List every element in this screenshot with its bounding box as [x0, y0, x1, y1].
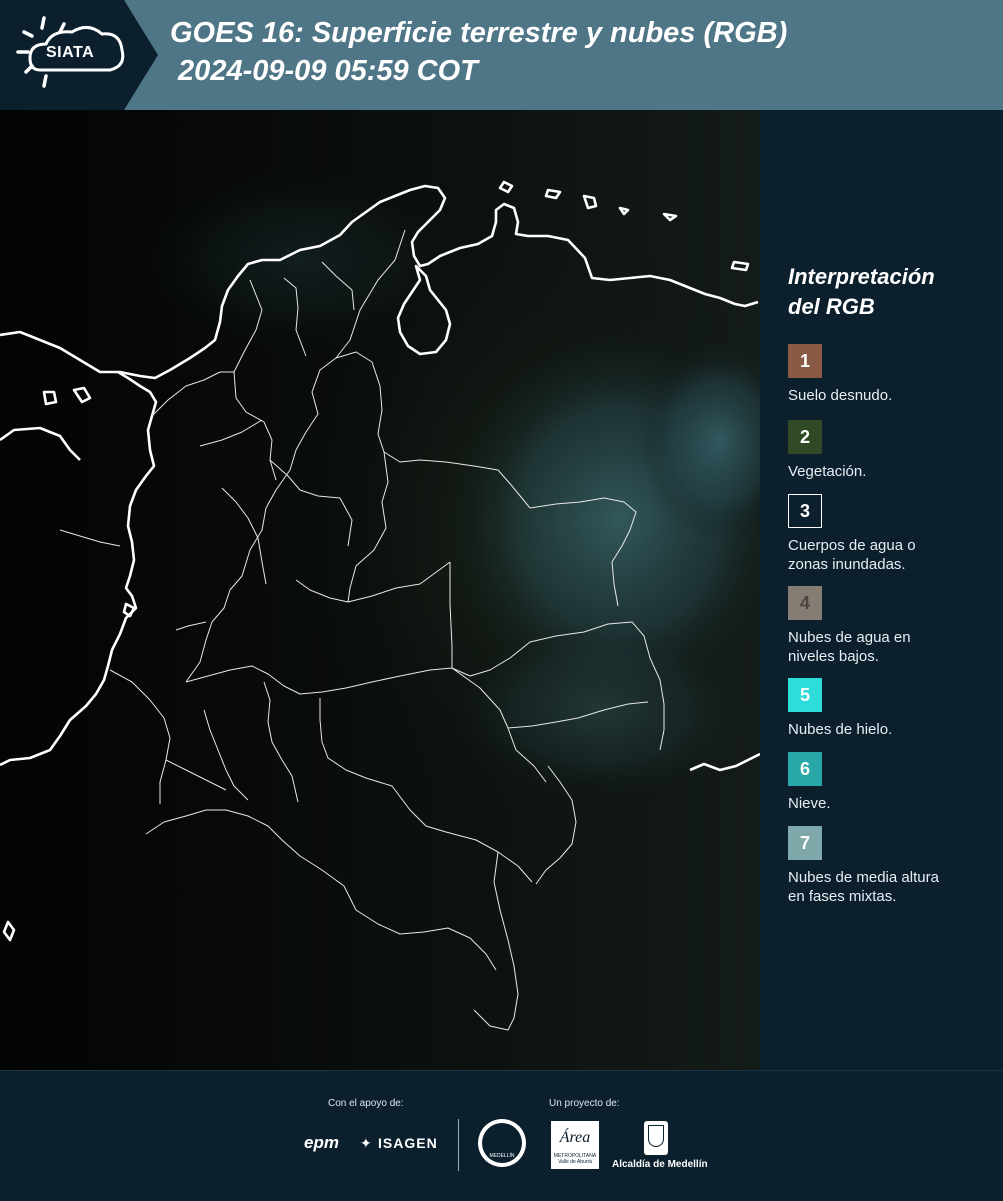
- legend-label-6: Nieve.: [788, 795, 831, 812]
- siata-logo: SIATA: [0, 0, 158, 110]
- legend-swatch-4: 4: [788, 586, 822, 620]
- epm-logo: epm: [304, 1133, 339, 1152]
- legend-item-ice-clouds: 5 Nubes de hielo.: [788, 678, 988, 739]
- legend-swatch-2: 2: [788, 420, 822, 454]
- legend-label-5: Nubes de hielo.: [788, 721, 893, 738]
- medellin-seal-logo: MEDELLÍN: [478, 1119, 526, 1167]
- area-logo-text: Área: [559, 1129, 591, 1146]
- legend-label-3: Cuerpos de agua o zonas inundadas.: [788, 536, 988, 574]
- legend-swatch-3: 3: [788, 494, 822, 528]
- legend-label-7-line-1: Nubes de media altura: [788, 869, 939, 886]
- header-bar: SIATA GOES 16: Superficie terrestre y nu…: [0, 0, 1003, 110]
- isagen-logo-icon: ✦: [360, 1135, 372, 1151]
- alcaldia-seal-icon: [644, 1121, 668, 1155]
- legend-label-7: Nubes de media altura en fases mixtas.: [788, 868, 988, 906]
- area-metropolitana-logo: Área METROPOLITANA Valle de Aburrá: [551, 1121, 599, 1169]
- legend-item-vegetation: 2 Vegetación.: [788, 420, 988, 481]
- legend-item-water: 3 Cuerpos de agua o zonas inundadas.: [788, 494, 988, 574]
- legend-label-3-line-2: zonas inundadas.: [788, 556, 906, 573]
- legend-item-low-clouds: 4 Nubes de agua en niveles bajos.: [788, 586, 988, 666]
- legend-swatch-1: 1: [788, 344, 822, 378]
- legend-swatch-7: 7: [788, 826, 822, 860]
- legend-swatch-5: 5: [788, 678, 822, 712]
- legend-label-4-line-2: niveles bajos.: [788, 648, 879, 665]
- legend-label-3-line-1: Cuerpos de agua o: [788, 537, 916, 554]
- legend-item-snow: 6 Nieve.: [788, 752, 988, 813]
- legend-item-mid-clouds: 7 Nubes de media altura en fases mixtas.: [788, 826, 988, 906]
- legend-swatch-6: 6: [788, 752, 822, 786]
- title-line-2: 2024-09-09 05:59 COT: [170, 55, 478, 87]
- legend-title-line-1: Interpretación: [788, 264, 935, 289]
- footer-divider: [458, 1119, 459, 1171]
- legend-label-1: Suelo desnudo.: [788, 387, 893, 404]
- legend-label-2: Vegetación.: [788, 463, 867, 480]
- rgb-legend: Interpretación del RGB 1 Suelo desnudo. …: [760, 110, 1003, 1070]
- legend-item-bare-soil: 1 Suelo desnudo.: [788, 344, 988, 405]
- title-line-1: GOES 16: Superficie terrestre y nubes (R…: [170, 17, 788, 49]
- page-title: GOES 16: Superficie terrestre y nubes (R…: [170, 14, 787, 90]
- footer: Con el apoyo de: Un proyecto de: epm ✦ I…: [0, 1070, 1003, 1201]
- legend-label-4-line-1: Nubes de agua en: [788, 629, 911, 646]
- legend-title: Interpretación del RGB: [788, 262, 935, 322]
- legend-title-line-2: del RGB: [788, 294, 875, 319]
- isagen-logo: ISAGEN: [378, 1135, 438, 1151]
- project-label: Un proyecto de:: [549, 1098, 620, 1109]
- alcaldia-label: Alcaldía de Medellín: [612, 1159, 708, 1170]
- support-label: Con el apoyo de:: [328, 1098, 404, 1109]
- medellin-seal-text: MEDELLÍN: [489, 1153, 515, 1159]
- legend-label-7-line-2: en fases mixtas.: [788, 888, 897, 905]
- legend-label-4: Nubes de agua en niveles bajos.: [788, 628, 988, 666]
- area-logo-sub-2: Valle de Aburrá: [558, 1159, 592, 1165]
- satellite-map: [0, 110, 760, 1070]
- siata-logo-text: SIATA: [46, 44, 95, 61]
